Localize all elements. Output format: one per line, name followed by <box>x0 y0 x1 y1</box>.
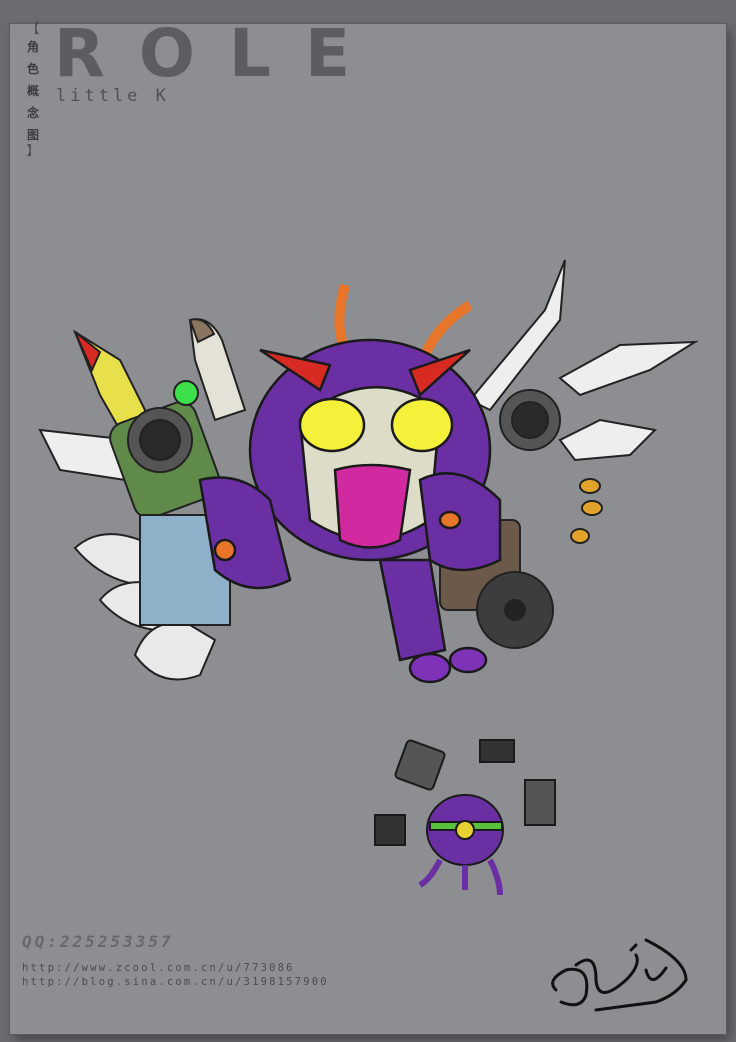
artist-signature <box>551 938 688 1012</box>
small-drone-illustration <box>374 739 556 896</box>
zcool-link[interactable]: http://www.zcool.com.cn/u/773086 <box>22 962 295 974</box>
sina-blog-link[interactable]: http://blog.sina.com.cn/u/3198157900 <box>22 976 329 988</box>
qq-contact: QQ:225253357 <box>22 932 174 951</box>
